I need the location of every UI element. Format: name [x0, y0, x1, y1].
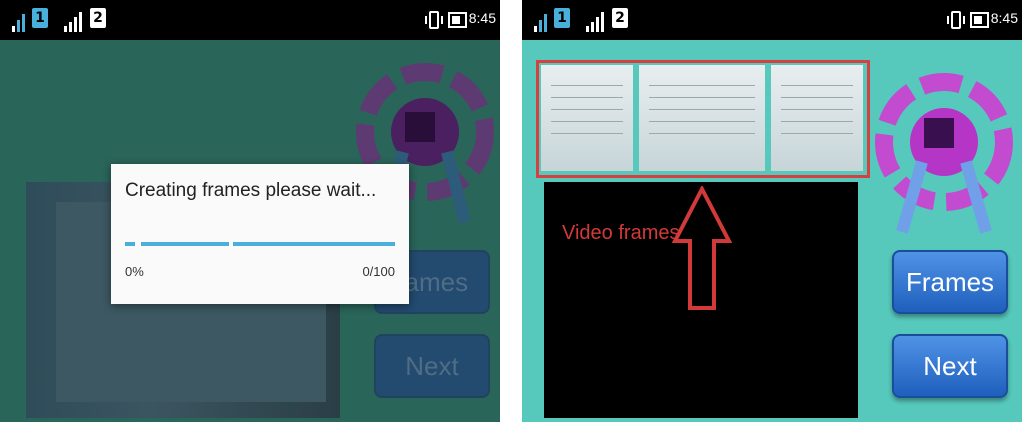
battery-icon	[448, 12, 467, 28]
progress-bar	[125, 242, 135, 246]
clock: 8:45	[468, 10, 496, 26]
progress-percent: 0%	[125, 264, 144, 279]
frames-button[interactable]: Frames	[892, 250, 1008, 314]
sim2-badge: 2	[90, 8, 106, 28]
progress-dialog: Creating frames please wait... 0% 0/100	[111, 164, 409, 304]
app-logo-icon	[875, 73, 1013, 234]
status-bar: 1 2 8:45	[522, 0, 1022, 40]
next-button[interactable]: Next	[374, 334, 490, 398]
frame-thumbnail[interactable]	[771, 65, 863, 171]
progress-bar	[141, 242, 229, 246]
frames-strip[interactable]	[536, 60, 870, 178]
vibrate-icon	[425, 11, 443, 29]
progress-bar	[233, 242, 395, 246]
signal-icon	[534, 6, 548, 32]
clock: 8:45	[990, 10, 1018, 26]
signal-icon	[12, 6, 26, 32]
video-frames-annotation: Video frames	[562, 222, 680, 244]
dialog-message: Creating frames please wait...	[125, 180, 377, 201]
up-arrow-icon	[672, 186, 732, 310]
sim1-badge: 1	[32, 8, 48, 28]
left-screen: 1 2 8:45 rames Next Creating frames plea…	[0, 0, 500, 422]
signal-icon	[586, 10, 608, 32]
app-content: Video frames Frames Next	[522, 40, 1022, 422]
progress-count: 0/100	[362, 264, 395, 279]
right-screen: 1 2 8:45 Video frames Frames Next	[522, 0, 1022, 422]
status-bar: 1 2 8:45	[0, 0, 500, 40]
battery-icon	[970, 12, 989, 28]
sim2-badge: 2	[612, 8, 628, 28]
next-button[interactable]: Next	[892, 334, 1008, 398]
sim1-badge: 1	[554, 8, 570, 28]
vibrate-icon	[947, 11, 965, 29]
frame-thumbnail[interactable]	[541, 65, 633, 171]
frame-thumbnail[interactable]	[639, 65, 765, 171]
signal-icon	[64, 10, 86, 32]
